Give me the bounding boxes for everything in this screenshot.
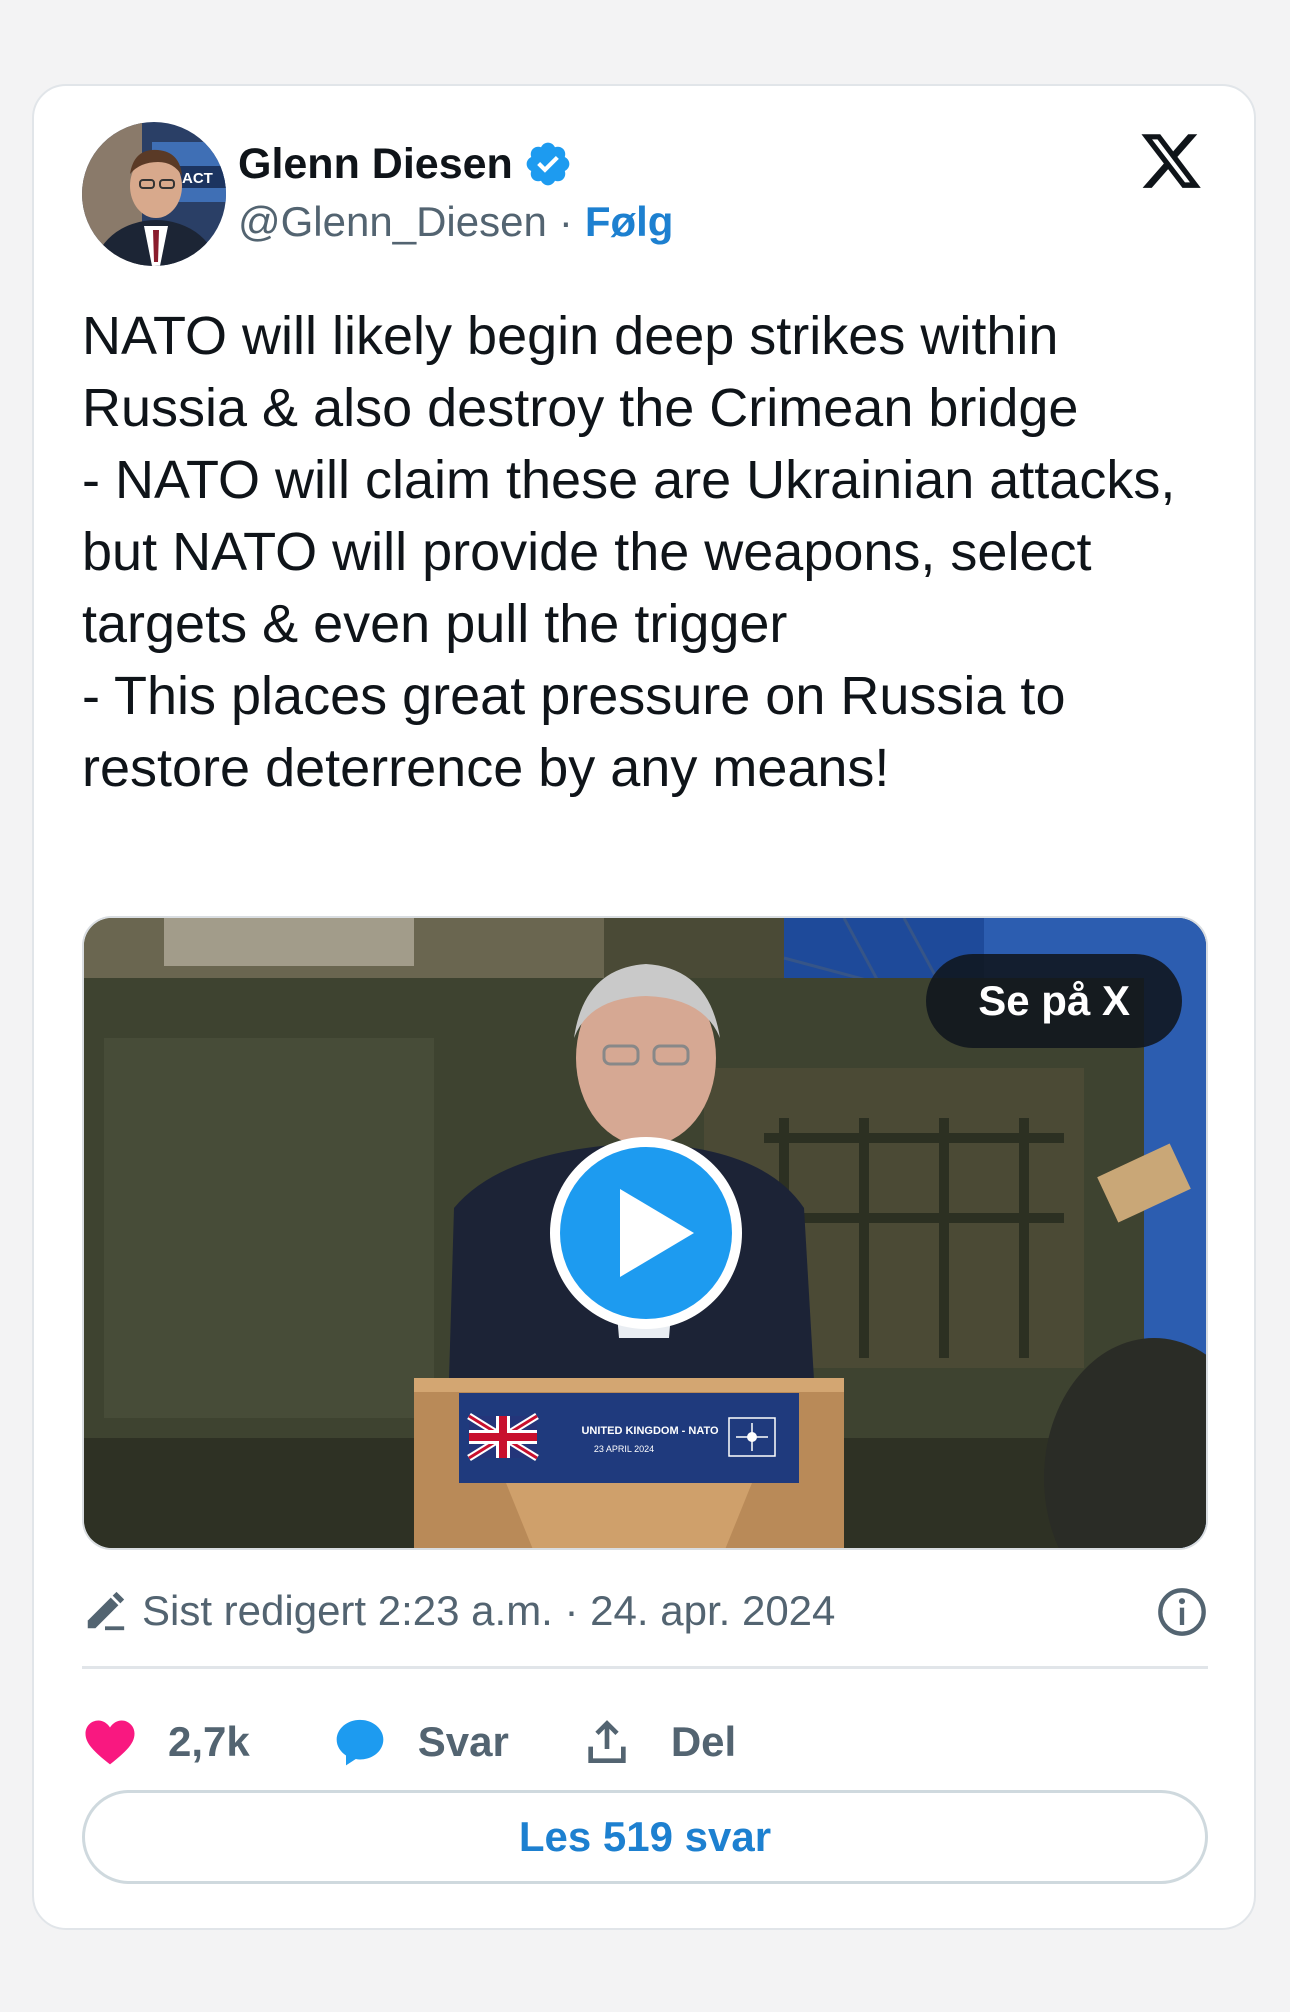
reply-bubble-icon: [336, 1719, 384, 1766]
heart-icon: [85, 1720, 135, 1765]
like-button[interactable]: 2,7k: [82, 1714, 250, 1770]
avatar-badge-text: ACT: [182, 170, 213, 187]
edited-timestamp[interactable]: Sist redigert 2:23 a.m. · 24. apr. 2024: [142, 1587, 835, 1635]
follow-button[interactable]: Følg: [585, 198, 674, 246]
union-jack-icon: [467, 1413, 539, 1461]
like-count: 2,7k: [168, 1718, 250, 1765]
separator-dot: ·: [558, 198, 573, 245]
read-replies-button[interactable]: Les 519 svar: [82, 1790, 1208, 1884]
info-icon[interactable]: [1156, 1586, 1208, 1638]
avatar[interactable]: ACT: [82, 122, 226, 266]
tweet-card: ACT Glenn Diesen @Glenn_Diesen · Følg NA…: [32, 84, 1256, 1930]
avatar-image: ACT: [82, 122, 226, 266]
play-icon[interactable]: [546, 1133, 746, 1333]
author-handle[interactable]: @Glenn_Diesen: [238, 198, 547, 246]
watch-on-x-button[interactable]: Se på X: [926, 954, 1182, 1048]
action-bar: 2,7k Svar Del: [82, 1702, 736, 1782]
video-player[interactable]: UNITED KINGDOM - NATO 23 APRIL 2024 Se p…: [82, 916, 1208, 1550]
author-name-row: Glenn Diesen: [238, 134, 573, 194]
share-label: Del: [670, 1718, 737, 1765]
reply-label: Svar: [417, 1718, 509, 1765]
share-button[interactable]: Del: [579, 1714, 736, 1770]
reply-button[interactable]: Svar: [332, 1714, 509, 1770]
x-logo-icon[interactable]: [1138, 128, 1204, 194]
divider: [82, 1666, 1208, 1669]
tweet-text: NATO will likely begin deep strikes with…: [82, 306, 1176, 798]
share-icon: [588, 1720, 626, 1763]
verified-badge-icon: [526, 142, 570, 186]
author-handle-row: @Glenn_Diesen · Følg: [238, 198, 673, 246]
podium-sign-line2: 23 APRIL 2024: [594, 1444, 654, 1454]
pencil-icon: [87, 1591, 125, 1631]
podium-sign-line1: UNITED KINGDOM - NATO: [581, 1425, 719, 1437]
edited-info-row: Sist redigert 2:23 a.m. · 24. apr. 2024: [82, 1576, 1208, 1646]
author-name[interactable]: Glenn Diesen: [238, 140, 513, 189]
